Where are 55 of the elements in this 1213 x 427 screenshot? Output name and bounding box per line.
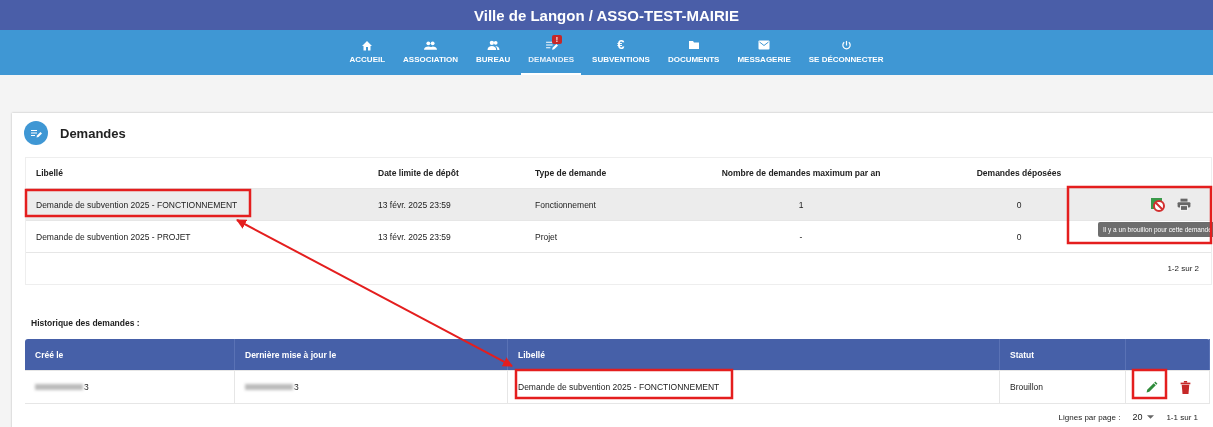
column-header: Date limite de dépôt bbox=[377, 168, 460, 178]
print-icon[interactable] bbox=[1177, 198, 1191, 211]
highlight-frame bbox=[1131, 368, 1168, 400]
column-header: Créé le bbox=[25, 339, 235, 370]
column-header: Libellé bbox=[508, 339, 1000, 370]
nav-tab[interactable]: DOCUMENTS bbox=[660, 30, 727, 75]
table-cell-text: Demande de subvention 2025 - FONCTIONNEMENT bbox=[35, 199, 239, 210]
column-header: Libellé bbox=[35, 168, 64, 178]
pencil-icon[interactable] bbox=[1144, 380, 1158, 394]
folder-icon bbox=[687, 40, 700, 50]
table-cell-text: Projet bbox=[534, 231, 559, 242]
table-cell-text: Fonctionnement bbox=[534, 199, 597, 210]
blurred-text bbox=[35, 384, 83, 390]
blurred-text bbox=[245, 384, 293, 390]
nav-tab[interactable]: ACCUEIL bbox=[342, 30, 393, 75]
table-cell: Demande de subvention 2025 - FONCTIONNEMENT bbox=[518, 382, 720, 392]
column-header: Dernière mise à jour le bbox=[235, 339, 508, 370]
table-cell-text: 13 févr. 2025 23:59 bbox=[377, 231, 452, 242]
column-header: Statut bbox=[1000, 339, 1126, 370]
column-header: Nombre de demandes maximum par an bbox=[720, 168, 882, 178]
no-entry-icon[interactable] bbox=[1151, 197, 1165, 212]
table-cell-text: 0 bbox=[1015, 231, 1023, 242]
section-title: Historique des demandes : bbox=[31, 318, 141, 328]
nav-tab[interactable]: € SUBVENTIONS bbox=[585, 30, 657, 75]
table-cell: Brouillon bbox=[1010, 382, 1044, 392]
table-cell-text: 0 bbox=[1015, 199, 1023, 210]
column-header: Demandes déposées bbox=[975, 168, 1063, 178]
table-cell-text: 13 févr. 2025 23:59 bbox=[377, 199, 452, 210]
rows-per-page-label: Lignes par page : bbox=[1058, 412, 1121, 422]
people-icon bbox=[424, 40, 438, 50]
table-cell-text: - bbox=[798, 231, 804, 242]
power-icon bbox=[840, 39, 852, 51]
window-title: Ville de Langon / ASSO-TEST-MAIRIE bbox=[474, 6, 739, 24]
table-cell-text: Demande de subvention 2025 - PROJET bbox=[35, 231, 192, 242]
pagination-range: 1-1 sur 1 bbox=[1166, 412, 1198, 422]
home-icon bbox=[361, 39, 374, 51]
nav-tab[interactable]: MESSAGERIE bbox=[730, 30, 798, 75]
nav-tab[interactable]: BUREAU bbox=[469, 30, 518, 75]
caret-icon bbox=[1147, 415, 1155, 419]
people-icon bbox=[486, 40, 500, 50]
list-edit-icon bbox=[544, 39, 558, 51]
rows-per-page-select[interactable]: 20 bbox=[1132, 412, 1155, 422]
table-cell: 3 bbox=[84, 382, 89, 392]
pagination-range: 1-2 sur 2 bbox=[1167, 264, 1199, 273]
table-cell-text: 1 bbox=[797, 199, 805, 210]
table-cell: 3 bbox=[294, 382, 299, 392]
section-title: Demandes bbox=[60, 125, 126, 141]
mail-icon bbox=[758, 40, 771, 50]
euro-icon: € bbox=[617, 39, 625, 51]
column-header: Type de demande bbox=[534, 168, 608, 178]
trash-icon[interactable] bbox=[1179, 380, 1191, 394]
list-edit-icon bbox=[24, 121, 48, 145]
table-row[interactable]: Demande de subvention 2025 - FONCTIONNEMENT 13 févr. 2025 23:59 Fonctionnement 1 0 bbox=[26, 189, 1211, 221]
nav-tab[interactable]: SE DÉCONNECTER bbox=[801, 30, 891, 75]
nav-tab[interactable]: ASSOCIATION bbox=[396, 30, 466, 75]
